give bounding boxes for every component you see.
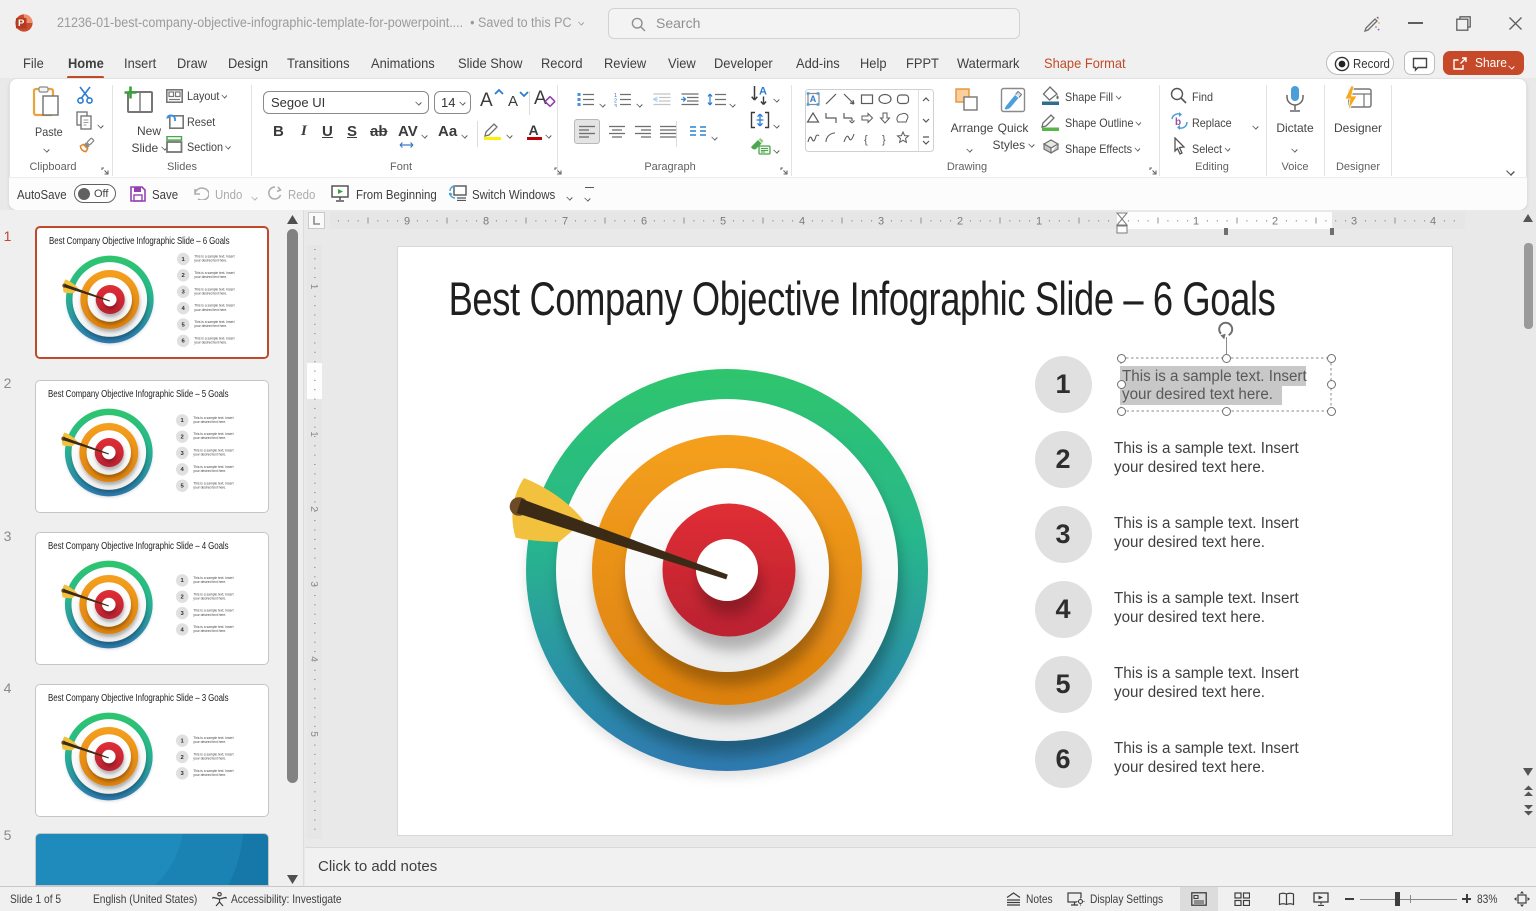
svg-text:4: 4 [799, 216, 805, 228]
svg-text:2: 2 [308, 506, 319, 512]
svg-text:3: 3 [614, 104, 617, 107]
svg-text:4: 4 [308, 656, 319, 662]
svg-text:3: 3 [878, 216, 884, 228]
svg-text:b: b [1175, 117, 1181, 128]
svg-text:}: } [882, 134, 886, 146]
svg-text:1: 1 [1193, 216, 1199, 228]
svg-text:2: 2 [957, 216, 963, 228]
svg-text:P: P [18, 18, 25, 29]
svg-text:4: 4 [1430, 216, 1436, 228]
svg-text:1: 1 [308, 431, 319, 437]
svg-text:A: A [529, 122, 539, 138]
svg-text:5: 5 [720, 216, 726, 228]
svg-text:3: 3 [1351, 216, 1357, 228]
svg-text:2: 2 [1272, 216, 1278, 228]
svg-text:A: A [508, 93, 518, 109]
svg-text:{: { [864, 134, 868, 146]
svg-text:A: A [480, 90, 493, 109]
svg-text:5: 5 [308, 731, 319, 737]
svg-text:7: 7 [562, 216, 568, 228]
svg-text:6: 6 [641, 216, 647, 228]
svg-text:8: 8 [483, 216, 489, 228]
svg-text:1: 1 [1036, 216, 1042, 228]
svg-text:A: A [534, 88, 547, 109]
svg-text:A: A [810, 94, 817, 104]
svg-text:1: 1 [308, 284, 319, 290]
svg-text:3: 3 [308, 581, 319, 587]
svg-text:9: 9 [404, 216, 410, 228]
svg-text:A: A [759, 86, 767, 98]
